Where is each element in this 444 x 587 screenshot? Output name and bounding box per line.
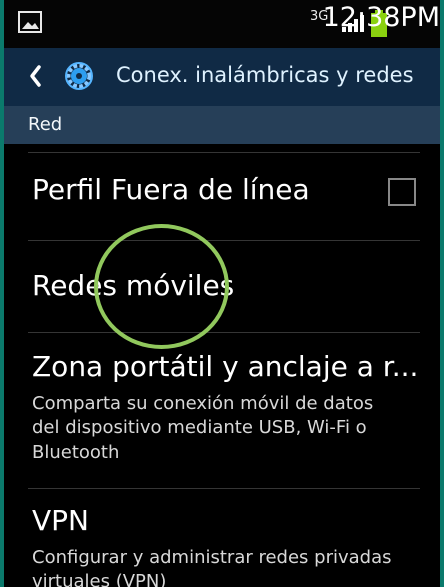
hotspot-tethering-summary: Comparta su conexión móvil de datos del …: [32, 393, 374, 463]
status-time: 12:38PM: [322, 2, 440, 33]
section-header-red: Red: [0, 106, 444, 144]
status-bar: 3G 12:38PM: [0, 0, 444, 48]
vpn-summary: Configurar y administrar redes privadas …: [32, 547, 392, 587]
list-divider: [28, 488, 420, 489]
hotspot-tethering-title: Zona portátil y anclaje a r...: [32, 350, 419, 383]
image-icon: [18, 11, 42, 33]
offline-profile-title: Perfil Fuera de línea: [32, 173, 310, 206]
back-icon[interactable]: [28, 64, 44, 88]
list-divider: [28, 152, 420, 153]
action-bar: Conex. inalámbricas y redes: [0, 48, 444, 106]
page-title: Conex. inalámbricas y redes: [116, 63, 414, 87]
offline-profile-checkbox[interactable]: [388, 178, 416, 206]
section-title: Red: [28, 114, 63, 135]
right-frame-edge: [440, 0, 444, 587]
settings-screen: 3G 12:38PM Conex. inalámbricas y redes R…: [0, 0, 444, 587]
vpn-title: VPN: [32, 504, 89, 537]
list-divider: [28, 240, 420, 241]
left-frame-edge: [0, 0, 4, 587]
settings-icon[interactable]: [61, 58, 97, 94]
list-divider: [28, 332, 420, 333]
mobile-networks-title: Redes móviles: [32, 269, 235, 302]
